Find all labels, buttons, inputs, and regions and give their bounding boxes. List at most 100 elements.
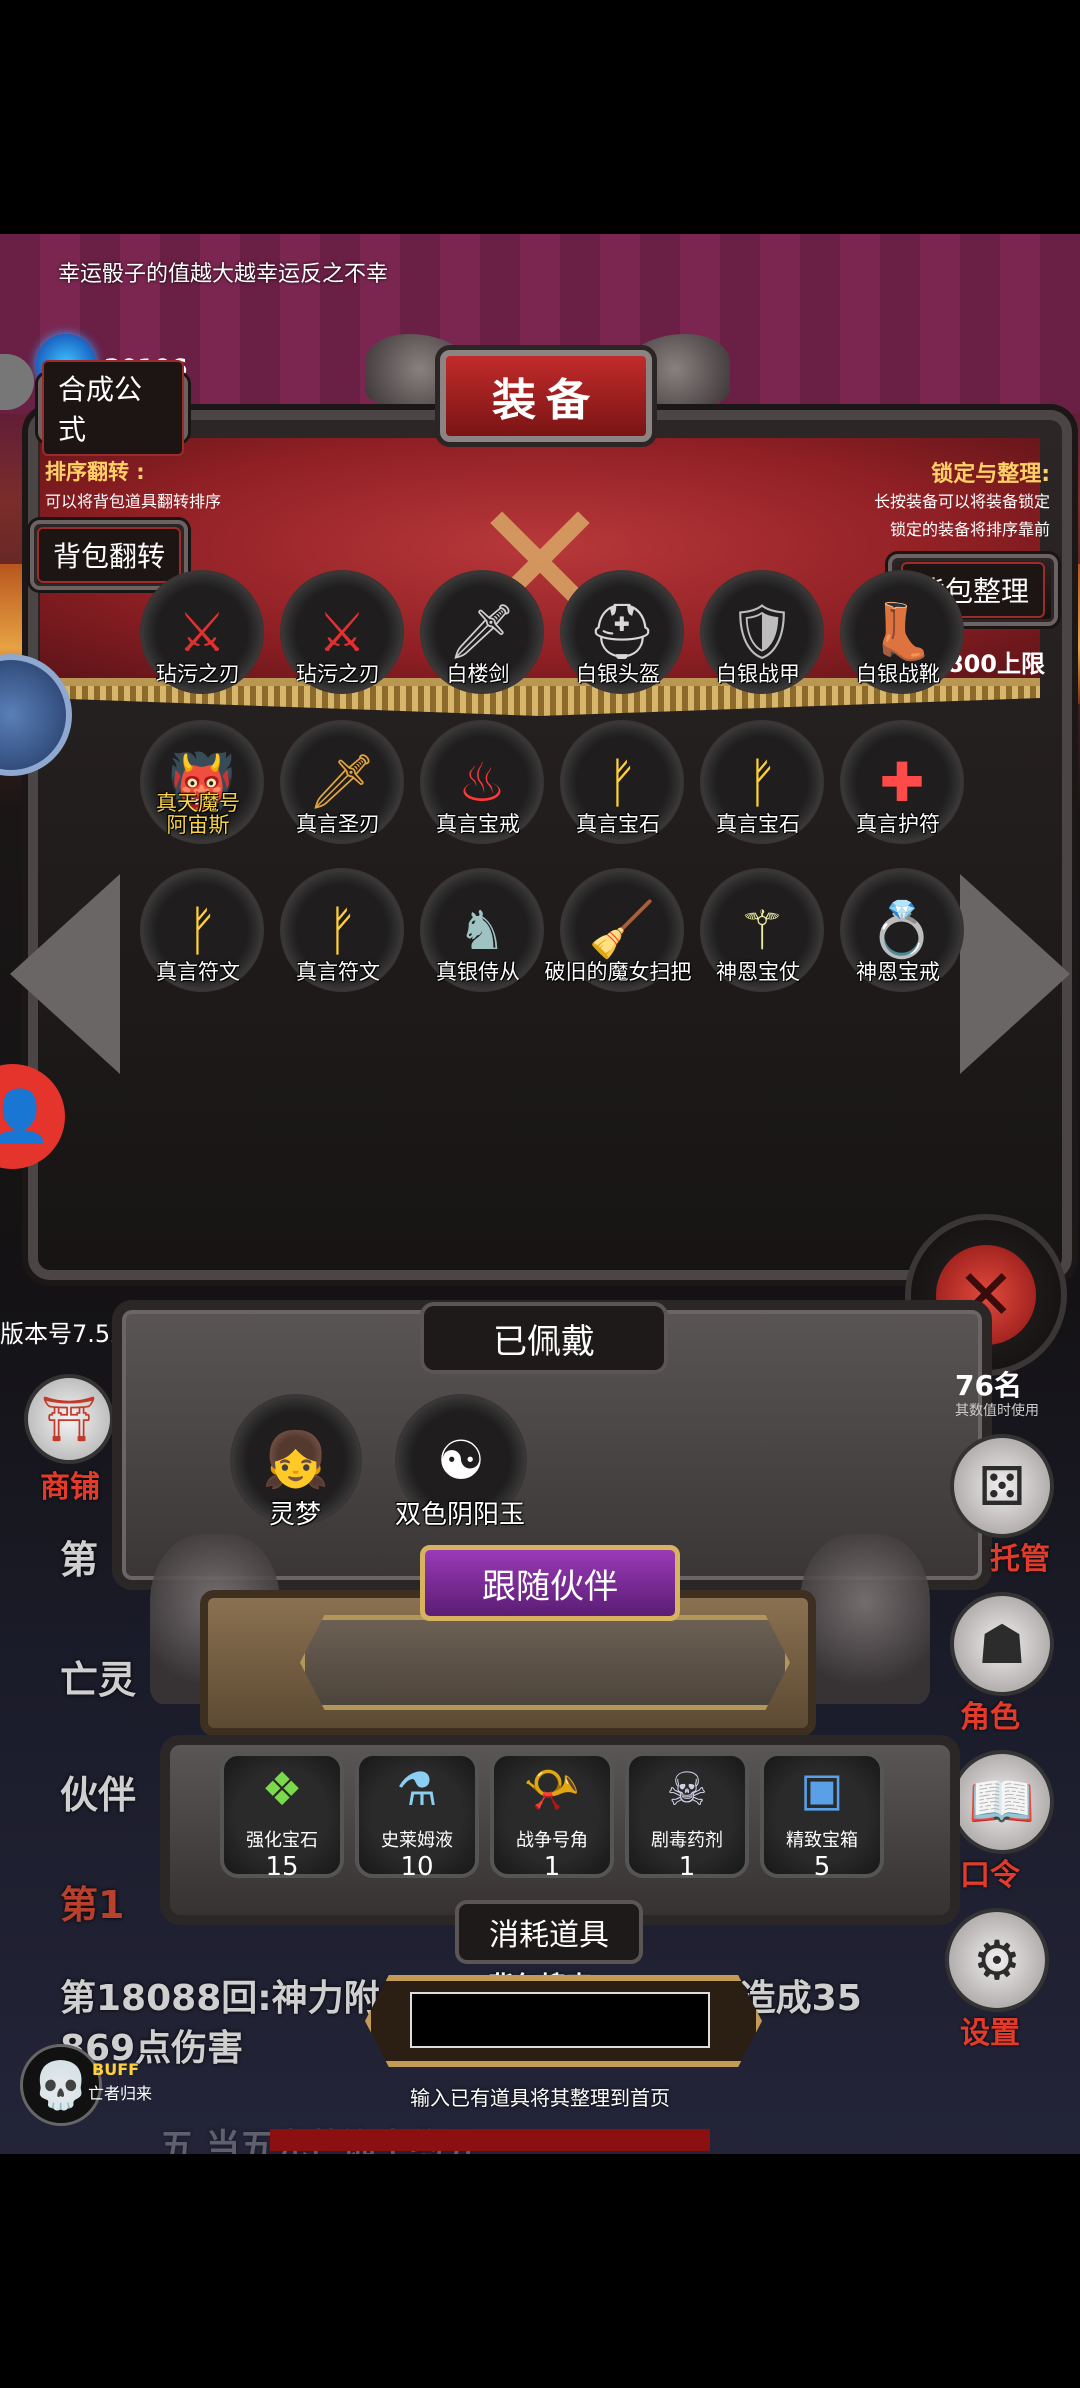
equipment-slot[interactable]: 👢 白银战靴 bbox=[840, 570, 964, 720]
equipment-name: 真言宝石 bbox=[716, 812, 800, 836]
follower-slot[interactable] bbox=[300, 1615, 790, 1710]
consumable-count: 5 bbox=[813, 1852, 831, 1882]
search-hint: 输入已有道具将其整理到首页 bbox=[410, 2086, 670, 2110]
search-input[interactable] bbox=[410, 1992, 710, 2048]
game-screen: 幸运骰子的值越大越幸运反之不幸 20106 第 亡灵 伙伴 第1 第18088回… bbox=[0, 234, 1080, 2154]
equipment-name: 真言宝石 bbox=[576, 812, 660, 836]
lock-desc-2: 锁定的装备将排序靠前 bbox=[889, 520, 1050, 539]
ticker-text: 幸运骰子的值越大越幸运反之不幸 bbox=[58, 262, 389, 287]
equipment-name: 真言圣刃 bbox=[296, 812, 380, 836]
sort-flip-desc: 可以将背包道具翻转排序 bbox=[45, 492, 222, 511]
worn-item-name: 灵梦 bbox=[268, 1500, 321, 1530]
equipment-name: 真言符文 bbox=[296, 960, 380, 984]
treasure-chest-icon: ▣ bbox=[800, 1762, 844, 1816]
shop-label: 商铺 bbox=[40, 1470, 100, 1505]
page-title: 装备 bbox=[440, 350, 652, 442]
log-line-3: 伙伴 bbox=[60, 1773, 137, 1817]
equipment-name: 神恩宝戒 bbox=[856, 960, 940, 984]
equipment-slot[interactable]: ⛑ 白银头盔 bbox=[560, 570, 684, 720]
equipment-name: 真银侍从 bbox=[436, 960, 520, 984]
consumable-item[interactable]: ☠ 剧毒药剂 1 bbox=[625, 1752, 749, 1882]
count-value: 76名 bbox=[955, 1364, 1022, 1404]
equipment-slot[interactable]: ᚠ 真言宝石 bbox=[560, 720, 684, 870]
equipment-name: 白楼剑 bbox=[446, 662, 510, 686]
war-horn-icon: 📯 bbox=[523, 1762, 581, 1816]
poison-bottle-icon: ☠ bbox=[666, 1762, 708, 1816]
equipment-name: 玷污之刃 bbox=[156, 662, 240, 686]
consumable-item[interactable]: ⚗ 史莱姆液 10 bbox=[355, 1752, 479, 1882]
synthesis-button[interactable]: 合成公式 bbox=[38, 360, 188, 456]
dragon-statue-right-icon bbox=[800, 1534, 930, 1704]
equipment-slot[interactable]: 🛡 白银战甲 bbox=[700, 570, 824, 720]
equipment-slot[interactable]: ✚ 真言护符 bbox=[840, 720, 964, 870]
equipment-slot[interactable]: 🗡 真言圣刃 bbox=[280, 720, 404, 870]
equipment-name: 神恩宝仗 bbox=[716, 960, 800, 984]
equipment-name: 真言护符 bbox=[856, 812, 940, 836]
worn-item[interactable]: ☯ 双色阴阳玉 bbox=[395, 1394, 527, 1544]
buff-name: 亡者归来 bbox=[88, 2084, 153, 2103]
equipment-name: 白银战靴 bbox=[856, 662, 940, 686]
sort-flip-title: 排序翻转 : bbox=[45, 460, 145, 484]
equipment-name: 真言宝戒 bbox=[436, 812, 520, 836]
worn-item-name: 双色阴阳玉 bbox=[394, 1500, 525, 1530]
role-label: 角色 bbox=[960, 1700, 1020, 1735]
settings-label: 设置 bbox=[960, 2016, 1020, 2051]
synthesis-button-label: 合成公式 bbox=[42, 360, 184, 456]
version-label: 版本号7.52 bbox=[0, 1320, 126, 1348]
log-line-4: 第1 bbox=[60, 1883, 125, 1927]
equipment-slot[interactable]: 🧹 破旧的魔女扫把 bbox=[545, 868, 692, 1018]
equipment-slot[interactable]: ♞ 真银侍从 bbox=[420, 868, 544, 1018]
consumable-name: 强化宝石 bbox=[246, 1830, 318, 1851]
worn-item[interactable]: 👧 灵梦 bbox=[230, 1394, 362, 1544]
equipment-slot[interactable]: ⚔ 玷污之刃 bbox=[280, 570, 404, 720]
equipment-slot[interactable]: ♨ 真言宝戒 bbox=[420, 720, 544, 870]
equipment-name: 破旧的魔女扫把 bbox=[544, 960, 692, 984]
worn-title: 已佩戴 bbox=[420, 1302, 668, 1374]
prev-page-arrow-icon[interactable] bbox=[10, 874, 120, 1074]
consumable-name: 剧毒药剂 bbox=[651, 1830, 723, 1851]
dice-label: 托管 bbox=[990, 1542, 1050, 1577]
shop-icon[interactable]: ⛩ bbox=[24, 1374, 114, 1464]
count-number: 76 bbox=[955, 1369, 994, 1402]
equipment-name: 真言符文 bbox=[156, 960, 240, 984]
equipment-slot[interactable]: 💍 神恩宝戒 bbox=[840, 868, 964, 1018]
consumable-item[interactable]: 📯 战争号角 1 bbox=[490, 1752, 614, 1882]
follower-title: 跟随伙伴 bbox=[420, 1545, 680, 1621]
count-note: 其数值时使用 bbox=[955, 1403, 1039, 1419]
equipment-slot[interactable]: 👹 真天魔号 阿宙斯 bbox=[140, 720, 264, 870]
consumable-name: 精致宝箱 bbox=[786, 1830, 858, 1851]
log-line-2: 亡灵 bbox=[60, 1658, 137, 1702]
equipment-name: 白银战甲 bbox=[716, 662, 800, 686]
equipment-name: 玷污之刃 bbox=[296, 662, 380, 686]
character-hood-icon[interactable]: ☗ bbox=[950, 1592, 1054, 1696]
equipment-slot[interactable]: 🗡 白楼剑 bbox=[420, 570, 544, 720]
consumable-count: 15 bbox=[265, 1852, 299, 1882]
equipment-slot[interactable]: ᚠ 真言符文 bbox=[280, 868, 404, 1018]
lock-title: 锁定与整理: bbox=[931, 462, 1050, 487]
consumables-title: 消耗道具 bbox=[455, 1900, 643, 1964]
equipment-slot[interactable]: ᚠ 真言符文 bbox=[140, 868, 264, 1018]
log-line-1: 第 bbox=[60, 1538, 99, 1582]
consumable-item[interactable]: ▣ 精致宝箱 5 bbox=[760, 1752, 884, 1882]
consumable-count: 1 bbox=[543, 1852, 561, 1882]
dice-icon[interactable]: ⚄ bbox=[950, 1434, 1054, 1538]
equipment-slot[interactable]: ⚚ 神恩宝仗 bbox=[700, 868, 824, 1018]
lock-desc-1: 长按装备可以将装备锁定 bbox=[873, 492, 1050, 511]
code-book-icon[interactable]: 📖 bbox=[950, 1750, 1054, 1854]
next-page-arrow-icon[interactable] bbox=[960, 874, 1070, 1074]
code-label: 口令 bbox=[960, 1858, 1020, 1893]
consumable-name: 战争号角 bbox=[516, 1830, 588, 1851]
potion-flask-icon: ⚗ bbox=[396, 1762, 438, 1816]
consumable-count: 10 bbox=[400, 1852, 434, 1882]
green-gem-icon: ❖ bbox=[261, 1762, 303, 1816]
consumable-name: 史莱姆液 bbox=[381, 1830, 453, 1851]
consumable-item[interactable]: ❖ 强化宝石 15 bbox=[220, 1752, 344, 1882]
equipment-name: 白银头盔 bbox=[576, 662, 660, 686]
count-unit: 名 bbox=[993, 1369, 1022, 1402]
equipment-slot[interactable]: ᚠ 真言宝石 bbox=[700, 720, 824, 870]
consumable-count: 1 bbox=[678, 1852, 696, 1882]
health-bar bbox=[270, 2129, 710, 2151]
buff-label: BUFF bbox=[92, 2060, 140, 2079]
equipment-name: 真天魔号 阿宙斯 bbox=[156, 791, 240, 837]
equipment-slot[interactable]: ⚔ 玷污之刃 bbox=[140, 570, 264, 720]
